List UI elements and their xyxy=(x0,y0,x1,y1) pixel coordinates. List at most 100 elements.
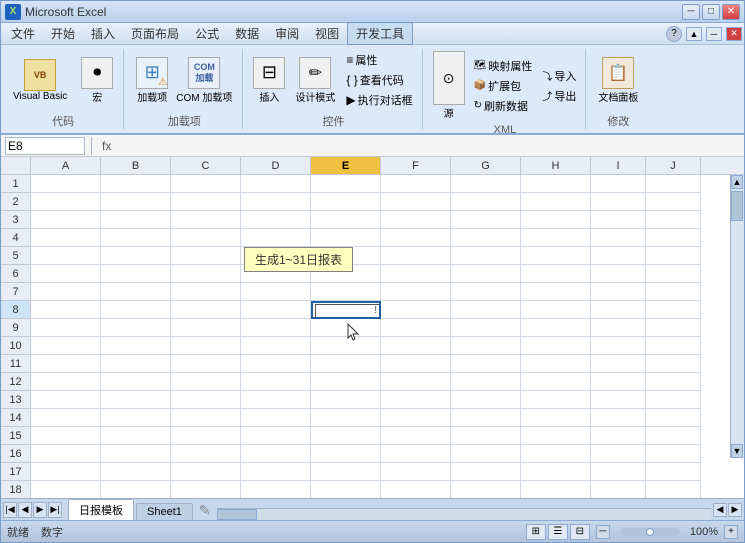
cell-f14[interactable] xyxy=(381,409,451,427)
cell-d4[interactable] xyxy=(241,229,311,247)
cell-a6[interactable] xyxy=(31,265,101,283)
cell-d14[interactable] xyxy=(241,409,311,427)
sheet-nav-last[interactable]: ▶| xyxy=(48,502,62,518)
row-14-num[interactable]: 14 xyxy=(1,409,30,427)
page-layout-btn[interactable]: ☰ xyxy=(548,524,568,540)
cell-g18[interactable] xyxy=(451,481,521,498)
cell-g1[interactable] xyxy=(451,175,521,193)
row-11-num[interactable]: 11 xyxy=(1,355,30,373)
cell-b3[interactable] xyxy=(101,211,171,229)
cell-f6[interactable] xyxy=(381,265,451,283)
formula-input[interactable] xyxy=(119,137,740,155)
sheet-tab-add[interactable]: ✎ xyxy=(195,500,215,520)
sheet-nav-first[interactable]: |◀ xyxy=(3,502,17,518)
col-header-d[interactable]: D xyxy=(241,157,311,174)
menu-data[interactable]: 数据 xyxy=(227,23,267,44)
cell-b14[interactable] xyxy=(101,409,171,427)
cell-j14[interactable] xyxy=(646,409,701,427)
row-15-num[interactable]: 15 xyxy=(1,427,30,445)
menu-formula[interactable]: 公式 xyxy=(187,23,227,44)
cell-a14[interactable] xyxy=(31,409,101,427)
cell-f11[interactable] xyxy=(381,355,451,373)
page-break-btn[interactable]: ⊟ xyxy=(570,524,590,540)
cell-a18[interactable] xyxy=(31,481,101,498)
scroll-up-btn[interactable]: ▲ xyxy=(731,175,743,189)
document-panel-btn[interactable]: 📋 文档面板 xyxy=(594,55,642,106)
h-scroll-right[interactable]: ▶ xyxy=(728,503,742,517)
row-6-num[interactable]: 6 xyxy=(1,265,30,283)
cell-h10[interactable] xyxy=(521,337,591,355)
cell-e8-active[interactable]: ! xyxy=(311,301,381,319)
cell-b12[interactable] xyxy=(101,373,171,391)
row-13-num[interactable]: 13 xyxy=(1,391,30,409)
cell-e13[interactable] xyxy=(311,391,381,409)
horizontal-scrollbar[interactable] xyxy=(217,508,711,520)
cell-h4[interactable] xyxy=(521,229,591,247)
cell-i13[interactable] xyxy=(591,391,646,409)
cell-i9[interactable] xyxy=(591,319,646,337)
cell-j6[interactable] xyxy=(646,265,701,283)
col-header-a[interactable]: A xyxy=(31,157,101,174)
cell-g15[interactable] xyxy=(451,427,521,445)
cell-i12[interactable] xyxy=(591,373,646,391)
sheet-nav-next[interactable]: ▶ xyxy=(33,502,47,518)
insert-ctrl-btn[interactable]: ⊟ 插入 xyxy=(251,55,287,106)
row-5-num[interactable]: 5 xyxy=(1,247,30,265)
cell-j13[interactable] xyxy=(646,391,701,409)
row-1-num[interactable]: 1 xyxy=(1,175,30,193)
visual-basic-btn[interactable]: VB Visual Basic xyxy=(9,57,71,104)
cell-j7[interactable] xyxy=(646,283,701,301)
cell-e7[interactable] xyxy=(311,283,381,301)
cell-j5[interactable] xyxy=(646,247,701,265)
name-box[interactable] xyxy=(5,137,85,155)
cell-c11[interactable] xyxy=(171,355,241,373)
cell-b6[interactable] xyxy=(101,265,171,283)
cell-e4[interactable] xyxy=(311,229,381,247)
cell-h11[interactable] xyxy=(521,355,591,373)
sheet-tab-sheet1[interactable]: Sheet1 xyxy=(136,503,193,520)
cell-h12[interactable] xyxy=(521,373,591,391)
h-scroll-thumb[interactable] xyxy=(217,509,257,520)
cell-j4[interactable] xyxy=(646,229,701,247)
cell-b7[interactable] xyxy=(101,283,171,301)
cell-i17[interactable] xyxy=(591,463,646,481)
cell-f4[interactable] xyxy=(381,229,451,247)
cell-f9[interactable] xyxy=(381,319,451,337)
cell-b9[interactable] xyxy=(101,319,171,337)
cell-a10[interactable] xyxy=(31,337,101,355)
cell-g14[interactable] xyxy=(451,409,521,427)
cell-d16[interactable] xyxy=(241,445,311,463)
cell-i1[interactable] xyxy=(591,175,646,193)
cell-j16[interactable] xyxy=(646,445,701,463)
cell-j2[interactable] xyxy=(646,193,701,211)
cell-c1[interactable] xyxy=(171,175,241,193)
cell-f16[interactable] xyxy=(381,445,451,463)
cell-h17[interactable] xyxy=(521,463,591,481)
row-4-num[interactable]: 4 xyxy=(1,229,30,247)
restore-btn[interactable]: □ xyxy=(702,4,720,20)
cell-a9[interactable] xyxy=(31,319,101,337)
cell-g9[interactable] xyxy=(451,319,521,337)
cell-e15[interactable] xyxy=(311,427,381,445)
vertical-scrollbar[interactable]: ▲ ▼ xyxy=(730,175,744,458)
cell-b15[interactable] xyxy=(101,427,171,445)
cell-f12[interactable] xyxy=(381,373,451,391)
cell-i8[interactable] xyxy=(591,301,646,319)
col-header-i[interactable]: I xyxy=(591,157,646,174)
cell-d11[interactable] xyxy=(241,355,311,373)
map-props-btn[interactable]: 🗺映射属性 xyxy=(471,57,536,75)
cell-b8[interactable] xyxy=(101,301,171,319)
cell-c18[interactable] xyxy=(171,481,241,498)
cell-i14[interactable] xyxy=(591,409,646,427)
cell-j11[interactable] xyxy=(646,355,701,373)
cell-h1[interactable] xyxy=(521,175,591,193)
scroll-down-btn[interactable]: ▼ xyxy=(731,444,743,458)
cell-a2[interactable] xyxy=(31,193,101,211)
cell-f13[interactable] xyxy=(381,391,451,409)
cell-a8[interactable] xyxy=(31,301,101,319)
cell-a15[interactable] xyxy=(31,427,101,445)
row-8-num[interactable]: 8 xyxy=(1,301,30,319)
row-9-num[interactable]: 9 xyxy=(1,319,30,337)
cell-e16[interactable] xyxy=(311,445,381,463)
cell-b1[interactable] xyxy=(101,175,171,193)
